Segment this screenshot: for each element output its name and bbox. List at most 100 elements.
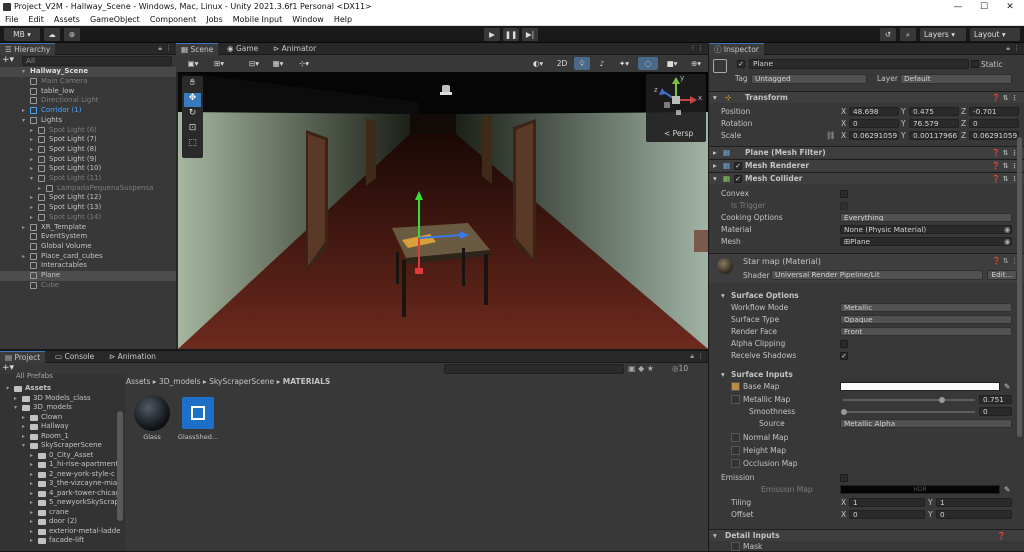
expand-arrow-icon[interactable]: ▸: [713, 160, 717, 172]
hierarchy-item[interactable]: ▸ Place_card_cubes: [0, 252, 176, 262]
expand-arrow-icon[interactable]: ▸: [30, 135, 36, 145]
hierarchy-item[interactable]: Global Volume: [0, 242, 176, 252]
hierarchy-item[interactable]: ▸ LampadaPequenaSuspensa: [0, 184, 176, 194]
expand-arrow-icon[interactable]: ▸: [30, 213, 36, 223]
gizmos-dropdown-icon[interactable]: ⊕▾: [686, 57, 706, 70]
project-tree-item[interactable]: ▸ 4_park-tower-chicag: [0, 489, 125, 499]
tree-scrollbar[interactable]: [117, 411, 123, 521]
metallic-value-field[interactable]: 0.751: [979, 395, 1012, 404]
smoothness-value-field[interactable]: 0: [979, 407, 1012, 416]
hierarchy-item[interactable]: Cube: [0, 281, 176, 291]
pause-button[interactable]: ❚❚: [503, 28, 519, 41]
lighting-toggle-icon[interactable]: 💡︎: [574, 57, 590, 70]
mesh-field[interactable]: ⊞Plane: [840, 237, 1012, 246]
project-tree-item[interactable]: ▸ door (2): [0, 517, 125, 527]
convex-checkbox[interactable]: [840, 189, 848, 198]
audio-toggle-icon[interactable]: ♪: [594, 57, 610, 70]
draw-mode-dropdown[interactable]: ▣▾: [182, 57, 204, 70]
detail-inputs-header[interactable]: ▾ Detail Inputs ❓: [709, 529, 1024, 541]
scale-y-field[interactable]: 0.001179667: [909, 131, 959, 140]
metallic-slider-handle[interactable]: [939, 397, 946, 403]
smoothness-slider-handle[interactable]: [841, 409, 847, 415]
hierarchy-item[interactable]: ▸ Spot Light (12): [0, 193, 176, 203]
collab-icon[interactable]: ⊛: [64, 28, 80, 41]
cloud-icon[interactable]: ☁: [44, 28, 60, 41]
play-button[interactable]: ▶: [484, 28, 500, 41]
collapse-arrow-icon[interactable]: ▾: [713, 173, 717, 185]
cooking-options-dropdown[interactable]: Everything: [840, 213, 1012, 222]
object-picker-icon[interactable]: ◉: [1004, 236, 1011, 247]
layout-dropdown[interactable]: Layout ▾: [970, 28, 1020, 41]
position-x-field[interactable]: 48.698: [849, 107, 899, 116]
menu-window[interactable]: Window: [287, 14, 329, 26]
edit-shader-button[interactable]: Edit...: [987, 270, 1017, 280]
menu-component[interactable]: Component: [145, 14, 201, 26]
expand-arrow-icon[interactable]: ▸: [22, 223, 28, 233]
project-tree-item[interactable]: ▸ crane: [0, 508, 125, 518]
render-face-dropdown[interactable]: Front: [840, 327, 1012, 336]
scene-gizmo[interactable]: y x z < Persp: [646, 74, 706, 142]
menu-mobile-input[interactable]: Mobile Input: [228, 14, 288, 26]
rotation-z-field[interactable]: 0: [969, 119, 1019, 128]
asset-glass-shader[interactable]: GlassShed...: [178, 395, 218, 441]
tab-console[interactable]: ▭ Console: [50, 351, 99, 363]
base-color-swatch[interactable]: [840, 382, 1000, 391]
metallic-map-slot-icon[interactable]: [731, 395, 740, 404]
workflow-dropdown[interactable]: Metallic: [840, 303, 1012, 312]
history-icon[interactable]: ↺: [880, 28, 896, 41]
project-tree-item[interactable]: ▸ 2_new-york-style-c: [0, 470, 125, 480]
hierarchy-item[interactable]: ▸ Spot Light (10): [0, 164, 176, 174]
scene-viewport[interactable]: ✋︎ ✥ ↻ ⊡ ⬚ y x z < Persp: [178, 72, 708, 349]
object-name-field[interactable]: Plane: [749, 59, 969, 69]
collapse-arrow-icon[interactable]: ▾: [721, 369, 725, 381]
static-checkbox[interactable]: [971, 60, 979, 68]
rect-tool-icon[interactable]: ⬚: [184, 138, 201, 152]
project-tree-item[interactable]: ▸ Room_1: [0, 432, 125, 442]
expand-arrow-icon[interactable]: ▸: [22, 413, 25, 423]
mesh-renderer-checkbox[interactable]: ✓: [734, 161, 742, 170]
emission-checkbox[interactable]: [840, 473, 848, 482]
emission-color-swatch[interactable]: HDR: [840, 485, 1000, 494]
link-scale-icon[interactable]: ⛓: [826, 130, 836, 141]
expand-arrow-icon[interactable]: ▸: [30, 489, 33, 499]
expand-arrow-icon[interactable]: ▸: [30, 479, 33, 489]
tiling-y-field[interactable]: 1: [936, 498, 1012, 507]
scale-x-field[interactable]: 0.06291059: [849, 131, 899, 140]
hierarchy-search-input[interactable]: All: [22, 56, 172, 66]
collapse-arrow-icon[interactable]: ▾: [30, 174, 36, 184]
breadcrumb-skyscraper[interactable]: SkyScraperScene: [209, 377, 274, 386]
scale-z-field[interactable]: 0.06291059: [969, 131, 1019, 140]
add-object-button[interactable]: +▾: [2, 56, 16, 66]
mask-slot-icon[interactable]: [731, 542, 740, 551]
camera-dropdown-icon[interactable]: ■▾: [662, 57, 682, 70]
material-header[interactable]: Star map (Material) Shader Universal Ren…: [709, 253, 1024, 283]
persp-label[interactable]: < Persp: [664, 129, 693, 138]
eyedropper-icon[interactable]: ✎: [1004, 381, 1010, 392]
scene-more-icon[interactable]: ⋮: [697, 44, 704, 52]
collapse-arrow-icon[interactable]: ▾: [713, 92, 717, 104]
project-tree-item[interactable]: ▸ Clown: [0, 413, 125, 423]
component-menu-icons[interactable]: ❓ ⇅ ⋮: [992, 173, 1018, 185]
surface-options-header[interactable]: ▾ Surface Options: [709, 290, 1024, 302]
expand-arrow-icon[interactable]: ▸: [30, 126, 36, 136]
tab-scene[interactable]: ▦ Scene: [176, 43, 219, 55]
offset-y-field[interactable]: 0: [936, 510, 1012, 519]
menu-assets[interactable]: Assets: [49, 14, 85, 26]
project-tree-item[interactable]: ▸ 3_the-vizcayne-mia: [0, 479, 125, 489]
offset-x-field[interactable]: 0: [849, 510, 925, 519]
surface-type-dropdown[interactable]: Opaque: [840, 315, 1012, 324]
hierarchy-item[interactable]: ▸ XR_Template: [0, 223, 176, 233]
surface-inputs-header[interactable]: ▾ Surface Inputs: [709, 369, 1024, 381]
breadcrumb-assets[interactable]: Assets: [126, 377, 150, 386]
breadcrumb-materials[interactable]: MATERIALS: [283, 377, 330, 386]
expand-arrow-icon[interactable]: ▸: [713, 147, 717, 159]
expand-arrow-icon[interactable]: ▸: [30, 536, 33, 546]
tab-game[interactable]: ◉ Game: [222, 43, 263, 55]
expand-arrow-icon[interactable]: ▸: [30, 498, 33, 508]
collapse-arrow-icon[interactable]: ▾: [14, 403, 17, 413]
expand-arrow-icon[interactable]: ▸: [30, 203, 36, 213]
menu-edit[interactable]: Edit: [23, 14, 49, 26]
expand-arrow-icon[interactable]: ▸: [30, 527, 33, 537]
eyedropper-icon[interactable]: ✎: [1004, 484, 1010, 495]
expand-arrow-icon[interactable]: ▸: [22, 422, 25, 432]
